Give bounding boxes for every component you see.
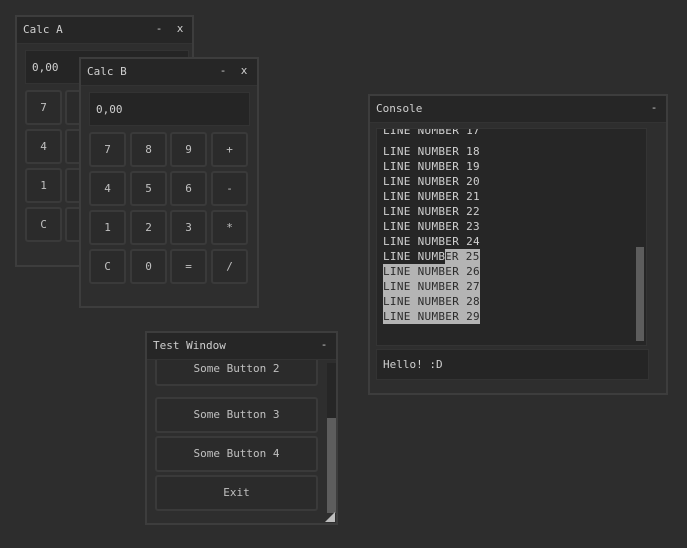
- console-title: Console: [376, 102, 423, 115]
- console-line: LINE NUMBER 17: [383, 128, 480, 137]
- console-minimize-button[interactable]: -: [648, 101, 660, 114]
- console-line-selected: LINE NUMBER 27: [383, 279, 480, 294]
- console-line: LINE NUMBER 21: [383, 190, 480, 203]
- calc-b-close-button[interactable]: x: [238, 64, 250, 77]
- calc-b-key-plus[interactable]: +: [211, 132, 248, 167]
- calc-b-key-1[interactable]: 1: [89, 210, 126, 245]
- test-window-titlebar[interactable]: Test Window -: [147, 333, 336, 360]
- exit-button[interactable]: Exit: [155, 475, 318, 511]
- calc-b-key-minus[interactable]: -: [211, 171, 248, 206]
- calc-b-key-6[interactable]: 6: [170, 171, 207, 206]
- some-button-2[interactable]: Some Button 2: [155, 360, 318, 386]
- calc-b-minimize-button[interactable]: -: [217, 64, 229, 77]
- calc-a-title: Calc A: [23, 23, 63, 36]
- test-window: Test Window - Some Button 2 Some Button …: [145, 331, 338, 525]
- calc-b-key-equals[interactable]: =: [170, 249, 207, 284]
- test-window-content: Some Button 2 Some Button 3 Some Button …: [147, 360, 325, 515]
- calc-b-key-multiply[interactable]: *: [211, 210, 248, 245]
- calc-b-key-clear[interactable]: C: [89, 249, 126, 284]
- console-line: LINE NUMBER 19: [383, 160, 480, 173]
- calc-b-key-7[interactable]: 7: [89, 132, 126, 167]
- test-window-scrollbar[interactable]: [327, 363, 336, 513]
- test-window-scrollbar-thumb[interactable]: [327, 418, 336, 513]
- console-scrollbar-thumb[interactable]: [636, 247, 644, 341]
- console-line: LINE NUMBER 20: [383, 175, 480, 188]
- console-window: Console - LINE NUMBER 17 LINE NUMBER 18 …: [368, 94, 668, 395]
- resize-grip-icon[interactable]: [325, 512, 335, 522]
- calc-b-key-5[interactable]: 5: [130, 171, 167, 206]
- console-line: LINE NUMBER 22: [383, 205, 480, 218]
- calc-a-key-1[interactable]: 1: [25, 168, 62, 203]
- console-output[interactable]: LINE NUMBER 17 LINE NUMBER 18 LINE NUMBE…: [376, 128, 647, 346]
- console-scrollbar[interactable]: [635, 131, 645, 343]
- calc-b-key-4[interactable]: 4: [89, 171, 126, 206]
- calc-b-key-8[interactable]: 8: [130, 132, 167, 167]
- calc-a-key-clear[interactable]: C: [25, 207, 62, 242]
- calc-a-minimize-button[interactable]: -: [153, 22, 165, 35]
- calc-b-window: Calc B - x 0,00 7 8 9 + 4 5 6 - 1 2 3 * …: [79, 57, 259, 308]
- console-line: LINE NUMBER 23: [383, 220, 480, 233]
- calc-b-title: Calc B: [87, 65, 127, 78]
- calc-b-titlebar[interactable]: Calc B - x: [81, 59, 257, 86]
- calc-a-key-7[interactable]: 7: [25, 90, 62, 125]
- calc-a-close-button[interactable]: x: [174, 22, 186, 35]
- some-button-4[interactable]: Some Button 4: [155, 436, 318, 472]
- console-line-selected: LINE NUMBER 28: [383, 294, 480, 309]
- console-input[interactable]: Hello! :D: [376, 349, 649, 380]
- calc-a-titlebar[interactable]: Calc A - x: [17, 17, 192, 44]
- calc-b-key-divide[interactable]: /: [211, 249, 248, 284]
- calc-a-key-4[interactable]: 4: [25, 129, 62, 164]
- console-line: LINE NUMBER 24: [383, 235, 480, 248]
- calc-b-key-0[interactable]: 0: [130, 249, 167, 284]
- console-line: LINE NUMBER 18: [383, 145, 480, 158]
- calc-b-display: 0,00: [89, 92, 250, 126]
- calc-b-key-3[interactable]: 3: [170, 210, 207, 245]
- console-line-selected: LINE NUMBER 26: [383, 264, 480, 279]
- some-button-3[interactable]: Some Button 3: [155, 397, 318, 433]
- console-titlebar[interactable]: Console -: [370, 96, 666, 123]
- console-line-selected: LINE NUMBER 29: [383, 309, 480, 324]
- console-line-selection: ER 25: [445, 249, 480, 264]
- test-window-minimize-button[interactable]: -: [318, 338, 330, 351]
- test-window-title: Test Window: [153, 339, 226, 352]
- calc-b-key-2[interactable]: 2: [130, 210, 167, 245]
- calc-b-key-9[interactable]: 9: [170, 132, 207, 167]
